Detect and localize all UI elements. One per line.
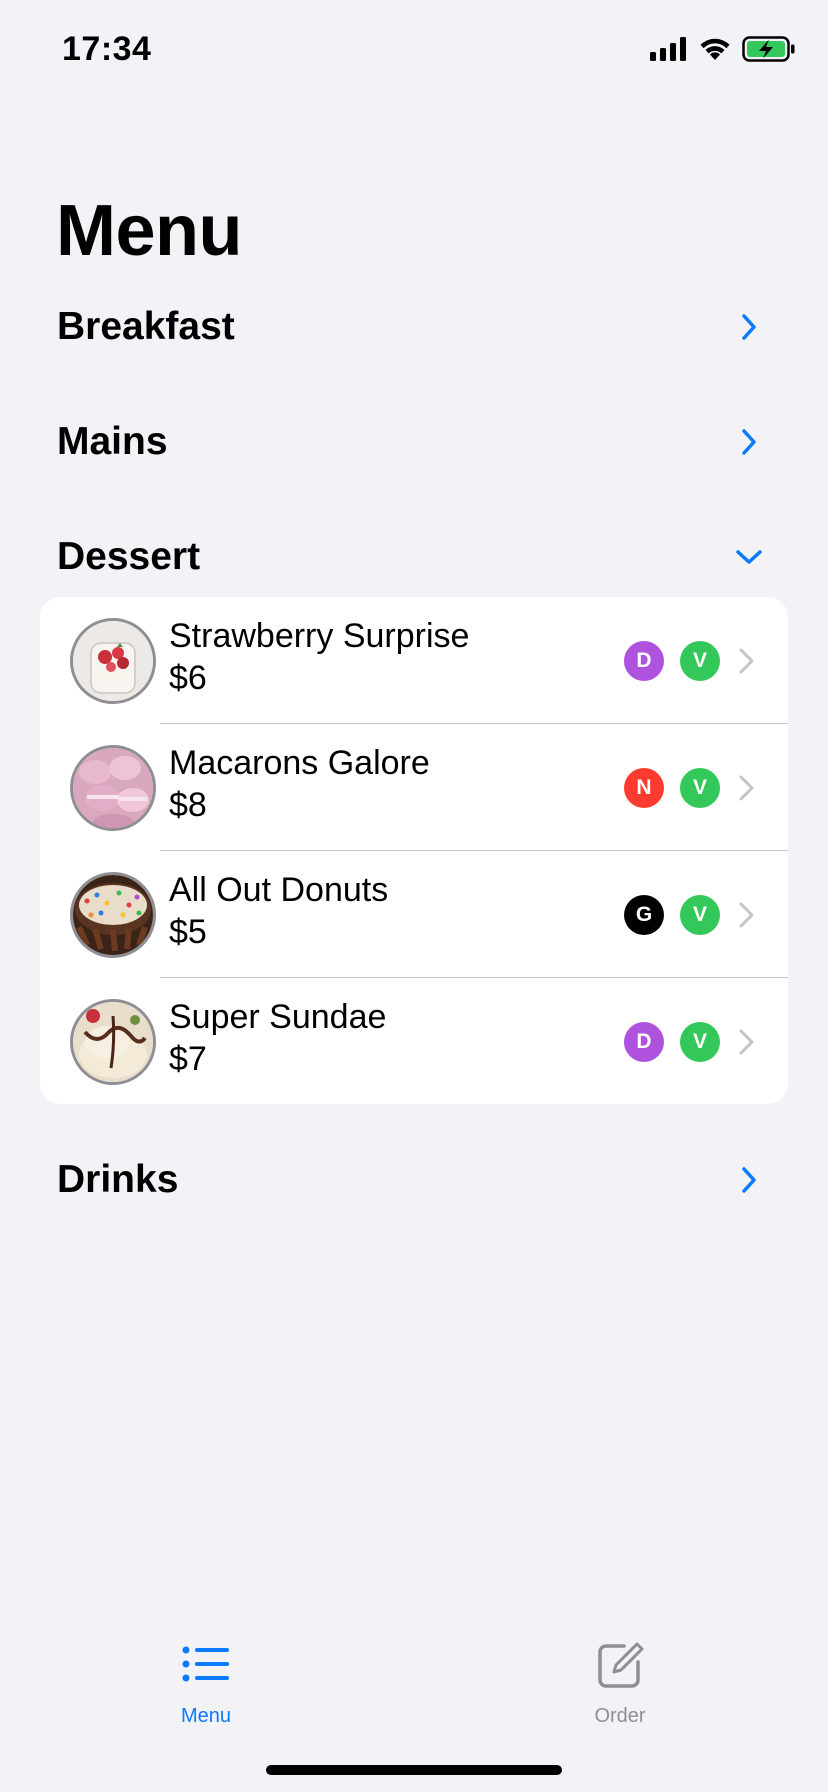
item-price: $6 — [169, 659, 207, 697]
dietary-badge-v: V — [680, 768, 720, 808]
list-icon — [182, 1646, 229, 1682]
item-name: Macarons Galore — [169, 744, 430, 782]
tab-label: Menu — [180, 1705, 232, 1727]
item-price: $7 — [169, 1040, 207, 1078]
home-indicator — [266, 1765, 562, 1775]
section-label: Drinks — [57, 1158, 179, 1201]
status-time: 17:34 — [62, 30, 152, 68]
section-drinks[interactable]: Drinks — [0, 1140, 828, 1220]
item-thumbnail — [70, 618, 156, 704]
compose-icon — [598, 1642, 644, 1688]
section-label: Dessert — [57, 535, 201, 578]
chevron-down-icon — [734, 542, 764, 572]
chevron-right-icon — [734, 1165, 764, 1195]
status-icons — [650, 36, 796, 62]
section-breakfast[interactable]: Breakfast — [0, 287, 828, 367]
page-title: Menu — [56, 191, 242, 271]
dietary-badge-v: V — [680, 641, 720, 681]
list-item-strawberry-surprise[interactable]: Strawberry Surprise $6 D V — [40, 597, 788, 724]
tab-menu[interactable]: Menu — [106, 1640, 306, 1728]
item-name: Super Sundae — [169, 998, 387, 1036]
item-thumbnail — [70, 745, 156, 831]
item-price: $8 — [169, 786, 207, 824]
chevron-right-icon — [739, 775, 754, 801]
item-name: All Out Donuts — [169, 871, 389, 909]
dietary-badge-d: D — [624, 1022, 664, 1062]
list-item-super-sundae[interactable]: Super Sundae $7 D V — [40, 978, 788, 1104]
dietary-badge-g: G — [624, 895, 664, 935]
tab-label: Order — [594, 1705, 646, 1727]
section-label: Mains — [57, 420, 168, 463]
item-thumbnail — [70, 872, 156, 958]
item-name: Strawberry Surprise — [169, 617, 470, 655]
list-item-all-out-donuts[interactable]: All Out Donuts $5 G V — [40, 851, 788, 978]
dietary-badge-v: V — [680, 1022, 720, 1062]
item-thumbnail — [70, 999, 156, 1085]
cellular-signal-icon — [650, 37, 686, 61]
chevron-right-icon — [739, 902, 754, 928]
wifi-icon — [700, 38, 730, 60]
dietary-badge-n: N — [624, 768, 664, 808]
chevron-right-icon — [739, 648, 754, 674]
tab-order[interactable]: Order — [520, 1640, 720, 1728]
battery-charging-icon — [742, 36, 795, 62]
dessert-items-list: Strawberry Surprise $6 D V Macarons Galo… — [40, 597, 788, 1104]
item-price: $5 — [169, 913, 207, 951]
dietary-badge-v: V — [680, 895, 720, 935]
section-dessert[interactable]: Dessert — [0, 517, 828, 597]
chevron-right-icon — [734, 427, 764, 457]
section-mains[interactable]: Mains — [0, 402, 828, 482]
chevron-right-icon — [739, 1029, 754, 1055]
chevron-right-icon — [734, 312, 764, 342]
status-bar: 17:34 — [0, 0, 828, 100]
list-item-macarons-galore[interactable]: Macarons Galore $8 N V — [40, 724, 788, 851]
section-label: Breakfast — [57, 305, 235, 348]
dietary-badge-d: D — [624, 641, 664, 681]
